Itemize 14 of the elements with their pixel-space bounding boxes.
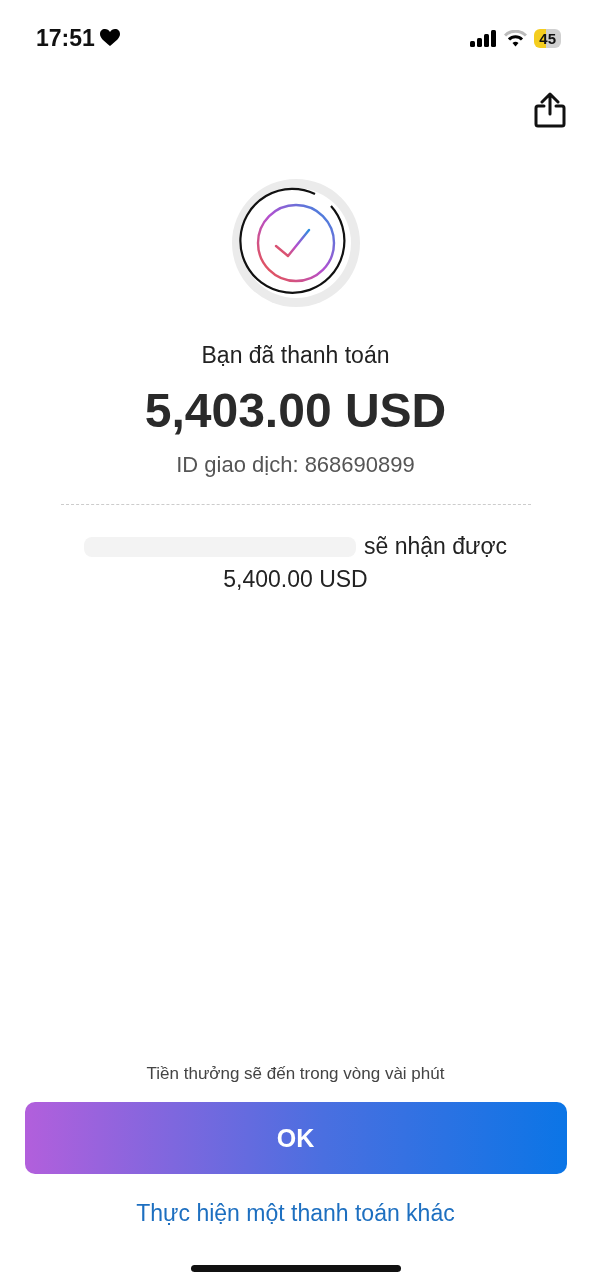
received-amount: 5,400.00 USD	[223, 566, 368, 593]
signal-icon	[470, 29, 498, 47]
recipient-receives-text: sẽ nhận được	[364, 533, 507, 560]
heart-icon	[99, 29, 120, 47]
bonus-note: Tiền thưởng sẽ đến trong vòng vài phút	[146, 1064, 445, 1084]
transaction-id: ID giao dịch: 868690899	[176, 452, 415, 478]
paid-amount: 5,403.00 USD	[144, 383, 447, 438]
wifi-icon	[504, 29, 528, 47]
ok-button[interactable]: OK	[24, 1102, 567, 1174]
another-payment-link[interactable]: Thực hiện một thanh toán khác	[136, 1200, 455, 1227]
status-time: 17:51	[36, 24, 95, 52]
share-button[interactable]	[533, 92, 567, 128]
payment-heading: Bạn đã thanh toán	[201, 342, 390, 369]
success-check-icon	[230, 178, 361, 308]
